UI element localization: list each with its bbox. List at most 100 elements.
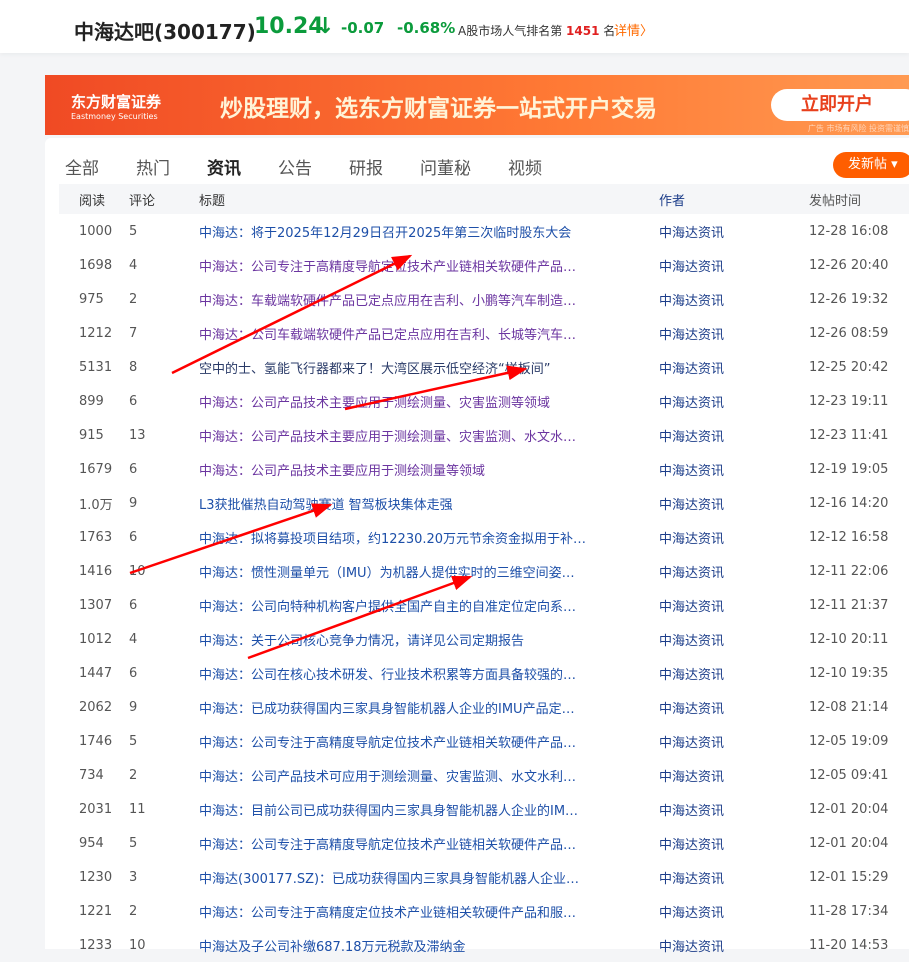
comment-count: 2 xyxy=(129,291,138,307)
comment-count: 6 xyxy=(129,597,138,613)
stock-name: 中海达吧(300177) xyxy=(74,20,256,44)
post-title[interactable]: 中海达：公司产品技术可应用于测绘测量、灾害监测、水文水利… xyxy=(199,758,659,792)
table-row: 1012 4 中海达：关于公司核心竞争力情况，请详见公司定期报告 中海达资讯 12-10… xyxy=(59,622,909,656)
post-time: 12-11 21:37 xyxy=(809,597,889,613)
new-post-button[interactable]: 发新帖 ▾ xyxy=(833,152,909,178)
table-row: 1447 6 中海达：公司在核心技术研发、行业技术积累等方面具备较强的… 中海达资讯 1… xyxy=(59,656,909,690)
post-author[interactable]: 中海达资讯 xyxy=(659,418,809,452)
post-time: 12-01 15:29 xyxy=(809,869,889,885)
price-change: -0.07 xyxy=(341,19,385,37)
down-arrow-icon: ↓ xyxy=(316,14,335,39)
comment-count: 7 xyxy=(129,325,138,341)
post-author[interactable]: 中海达资讯 xyxy=(659,316,809,350)
post-title[interactable]: 中海达：公司专注于高精度导航定位技术产业链相关软硬件产品… xyxy=(199,826,659,860)
post-author[interactable]: 中海达资讯 xyxy=(659,350,809,384)
table-row: 1416 10 中海达：惯性测量单元（IMU）为机器人提供实时的三维空间姿… 中海达资… xyxy=(59,554,909,588)
post-author[interactable]: 中海达资讯 xyxy=(659,656,809,690)
post-title[interactable]: 中海达：已成功获得国内三家具身智能机器人企业的IMU产品定… xyxy=(199,690,659,724)
table-row: 1763 6 中海达：拟将募投项目结项，约12230.20万元节余资金拟用于补… 中海… xyxy=(59,520,909,554)
post-title[interactable]: 中海达：惯性测量单元（IMU）为机器人提供实时的三维空间姿… xyxy=(199,554,659,588)
post-title[interactable]: 中海达：公司产品技术主要应用于测绘测量、灾害监测等领域 xyxy=(199,384,659,418)
post-author[interactable]: 中海达资讯 xyxy=(659,928,809,962)
post-title[interactable]: 中海达：拟将募投项目结项，约12230.20万元节余资金拟用于补… xyxy=(199,520,659,554)
tab-6[interactable]: 视频 xyxy=(508,154,542,182)
comment-count: 5 xyxy=(129,733,138,749)
post-time: 12-23 19:11 xyxy=(809,393,889,409)
tab-0[interactable]: 全部 xyxy=(65,154,99,182)
table-row: 915 13 中海达：公司产品技术主要应用于测绘测量、灾害监测、水文水… 中海达资讯 1… xyxy=(59,418,909,452)
post-author[interactable]: 中海达资讯 xyxy=(659,554,809,588)
comment-count: 4 xyxy=(129,631,138,647)
post-author[interactable]: 中海达资讯 xyxy=(659,894,809,928)
table-row: 1746 5 中海达：公司专注于高精度导航定位技术产业链相关软硬件产品… 中海达资讯 1… xyxy=(59,724,909,758)
post-time: 12-16 14:20 xyxy=(809,495,889,511)
post-time: 12-05 19:09 xyxy=(809,733,889,749)
post-title[interactable]: L3获批催热自动驾驶赛道 智驾板块集体走强 xyxy=(199,486,659,520)
post-author[interactable]: 中海达资讯 xyxy=(659,622,809,656)
read-count: 1012 xyxy=(79,631,113,647)
read-count: 1.0万 xyxy=(79,497,113,513)
post-author[interactable]: 中海达资讯 xyxy=(659,282,809,316)
post-time: 12-26 20:40 xyxy=(809,257,889,273)
post-title[interactable]: 中海达：将于2025年12月29日召开2025年第三次临时股东大会 xyxy=(199,214,659,248)
table-row: 5131 8 空中的士、氢能飞行器都来了！大湾区展示低空经济“样板间” 中海达资讯 12… xyxy=(59,350,909,384)
comment-count: 5 xyxy=(129,223,138,239)
read-count: 1746 xyxy=(79,733,113,749)
post-author[interactable]: 中海达资讯 xyxy=(659,826,809,860)
post-author[interactable]: 中海达资讯 xyxy=(659,486,809,520)
post-author[interactable]: 中海达资讯 xyxy=(659,690,809,724)
post-author[interactable]: 中海达资讯 xyxy=(659,452,809,486)
table-row: 2031 11 中海达：目前公司已成功获得国内三家具身智能机器人企业的IM… 中海达资… xyxy=(59,792,909,826)
column-header: 阅读 xyxy=(59,184,129,214)
post-title[interactable]: 中海达：公司专注于高精度导航定位技术产业链相关软硬件产品… xyxy=(199,248,659,282)
read-count: 1698 xyxy=(79,257,113,273)
logo-text: 东方财富证券 xyxy=(71,93,162,111)
post-author[interactable]: 中海达资讯 xyxy=(659,860,809,894)
post-author[interactable]: 中海达资讯 xyxy=(659,758,809,792)
post-time: 12-26 08:59 xyxy=(809,325,889,341)
detail-link[interactable]: 详情〉 xyxy=(614,20,653,39)
post-title[interactable]: 中海达(300177.SZ)：已成功获得国内三家具身智能机器人企业… xyxy=(199,860,659,894)
tab-1[interactable]: 热门 xyxy=(136,154,170,182)
post-title[interactable]: 中海达：车载端软硬件产品已定点应用在吉利、小鹏等汽车制造… xyxy=(199,282,659,316)
post-title[interactable]: 中海达：公司产品技术主要应用于测绘测量、灾害监测、水文水… xyxy=(199,418,659,452)
read-count: 734 xyxy=(79,767,104,783)
post-time: 12-10 19:35 xyxy=(809,665,889,681)
post-title[interactable]: 中海达：公司专注于高精度定位技术产业链相关软硬件产品和服… xyxy=(199,894,659,928)
post-title[interactable]: 中海达：公司产品技术主要应用于测绘测量等领域 xyxy=(199,452,659,486)
open-account-button[interactable]: 立即开户 xyxy=(771,89,909,121)
post-author[interactable]: 中海达资讯 xyxy=(659,520,809,554)
post-time: 12-28 16:08 xyxy=(809,223,889,239)
read-count: 1000 xyxy=(79,223,113,239)
table-row: 1233 10 中海达及子公司补缴687.18万元税款及滞纳金 中海达资讯 11-20 … xyxy=(59,928,909,962)
post-author[interactable]: 中海达资讯 xyxy=(659,248,809,282)
rank-prefix: A股市场人气排名第 xyxy=(458,24,563,38)
ad-banner[interactable]: 东方财富证券 Eastmoney Securities 炒股理财，选东方财富证券一… xyxy=(45,75,909,135)
post-title[interactable]: 中海达：目前公司已成功获得国内三家具身智能机器人企业的IM… xyxy=(199,792,659,826)
table-row: 899 6 中海达：公司产品技术主要应用于测绘测量、灾害监测等领域 中海达资讯 12-2… xyxy=(59,384,909,418)
post-author[interactable]: 中海达资讯 xyxy=(659,588,809,622)
tab-4[interactable]: 研报 xyxy=(349,154,383,182)
price-change-pct: -0.68% xyxy=(397,19,456,37)
eastmoney-logo: 东方财富证券 Eastmoney Securities xyxy=(71,91,161,121)
column-header: 作者 xyxy=(659,184,809,214)
column-header: 标题 xyxy=(199,184,659,214)
comment-count: 4 xyxy=(129,257,138,273)
read-count: 975 xyxy=(79,291,104,307)
post-title[interactable]: 中海达及子公司补缴687.18万元税款及滞纳金 xyxy=(199,928,659,962)
table-row: 1221 2 中海达：公司专注于高精度定位技术产业链相关软硬件产品和服… 中海达资讯 1… xyxy=(59,894,909,928)
post-author[interactable]: 中海达资讯 xyxy=(659,724,809,758)
post-title[interactable]: 中海达：关于公司核心竞争力情况，请详见公司定期报告 xyxy=(199,622,659,656)
post-title[interactable]: 中海达：公司专注于高精度导航定位技术产业链相关软硬件产品… xyxy=(199,724,659,758)
post-title[interactable]: 中海达：公司向特种机构客户提供全国产自主的自准定位定向系… xyxy=(199,588,659,622)
tab-5[interactable]: 问董秘 xyxy=(420,154,471,182)
tab-2[interactable]: 资讯 xyxy=(207,154,241,193)
post-title[interactable]: 中海达：公司车载端软硬件产品已定点应用在吉利、长城等汽车… xyxy=(199,316,659,350)
post-title[interactable]: 中海达：公司在核心技术研发、行业技术积累等方面具备较强的… xyxy=(199,656,659,690)
tab-3[interactable]: 公告 xyxy=(278,154,312,182)
read-count: 1763 xyxy=(79,529,113,545)
post-title[interactable]: 空中的士、氢能飞行器都来了！大湾区展示低空经济“样板间” xyxy=(199,350,659,384)
post-author[interactable]: 中海达资讯 xyxy=(659,792,809,826)
post-author[interactable]: 中海达资讯 xyxy=(659,384,809,418)
post-author[interactable]: 中海达资讯 xyxy=(659,214,809,248)
